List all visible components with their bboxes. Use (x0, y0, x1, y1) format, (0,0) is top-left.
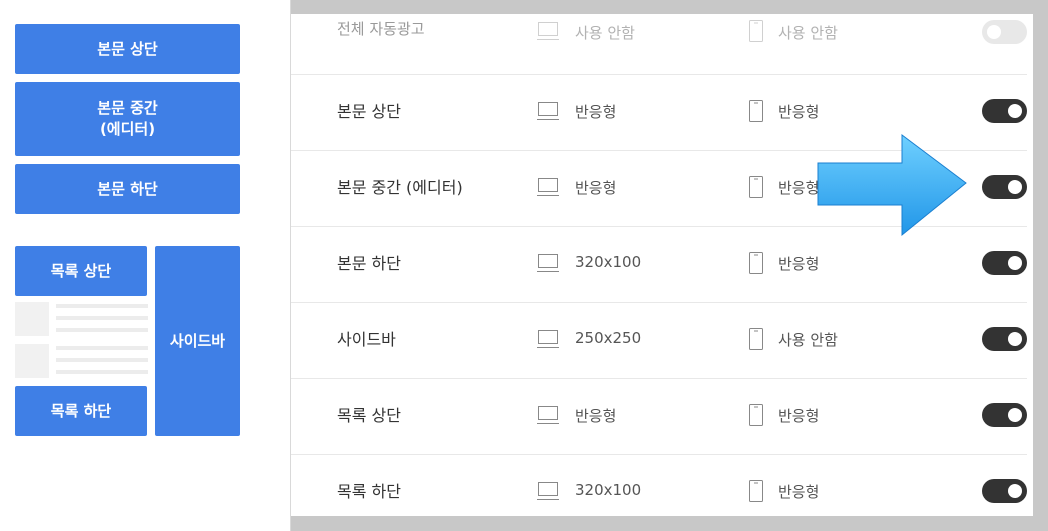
ad-row-auto-ads: 전체 자동광고 사용 안함 사용 안함 (291, 0, 1027, 75)
toggle-knob (987, 25, 1001, 39)
ad-row-toggle[interactable] (982, 327, 1027, 351)
block-content-top-label: 본문 상단 (97, 39, 158, 58)
ad-row-label: 본문 하단 (337, 254, 401, 273)
monitor-icon (537, 330, 559, 348)
mobile-phone-icon (749, 100, 763, 122)
monitor-icon (537, 254, 559, 272)
ad-row-pc-value: 320x100 (575, 481, 642, 499)
ad-placement-preview: 본문 상단 본문 중간 (에디터) 본문 하단 목록 상단 목록 하단 사이드바 (0, 0, 290, 531)
monitor-icon (537, 482, 559, 500)
ad-row-toggle[interactable] (982, 99, 1027, 123)
mobile-phone-icon (749, 20, 763, 42)
block-sidebar-label: 사이드바 (169, 331, 226, 350)
mobile-phone-icon (749, 328, 763, 350)
block-list-top[interactable]: 목록 상단 (15, 246, 147, 296)
ad-settings-list: 전체 자동광고 사용 안함 사용 안함 본문 상단 반응형 반응형 본문 중간 … (291, 14, 1033, 516)
list-thumbnail-placeholder (15, 344, 49, 378)
list-text-placeholder (56, 370, 148, 374)
list-text-placeholder (56, 346, 148, 350)
ad-row-toggle[interactable] (982, 251, 1027, 275)
mobile-phone-icon (749, 252, 763, 274)
list-text-placeholder (56, 328, 148, 332)
block-content-middle-sublabel: (에디터) (99, 120, 156, 138)
block-content-bottom-label: 본문 하단 (97, 179, 158, 198)
ad-row-mobile-value: 반응형 (778, 483, 820, 501)
block-content-top[interactable]: 본문 상단 (15, 24, 240, 74)
block-list-bottom[interactable]: 목록 하단 (15, 386, 147, 436)
monitor-icon (537, 178, 559, 196)
mobile-phone-icon (749, 404, 763, 426)
ad-row-toggle[interactable] (982, 479, 1027, 503)
monitor-icon (537, 102, 559, 120)
list-thumbnail-placeholder (15, 302, 49, 336)
ad-row-label: 전체 자동광고 (337, 20, 425, 38)
ad-row-mobile-value: 사용 안함 (778, 331, 838, 349)
ad-row-pc-value: 반응형 (575, 407, 617, 425)
ad-row-mobile-value: 반응형 (778, 103, 820, 121)
block-content-bottom[interactable]: 본문 하단 (15, 164, 240, 214)
monitor-icon (537, 406, 559, 424)
ad-row-toggle[interactable] (982, 20, 1027, 44)
ad-row-pc-value: 250x250 (575, 329, 642, 347)
toggle-knob (1008, 180, 1022, 194)
list-text-placeholder (56, 358, 148, 362)
ad-row-label: 목록 상단 (337, 406, 401, 425)
mobile-phone-icon (749, 176, 763, 198)
ad-row-pc-value: 사용 안함 (575, 24, 635, 42)
ad-row-mobile-value: 반응형 (778, 255, 820, 273)
ad-row-pc-value: 반응형 (575, 103, 617, 121)
ad-row-label: 사이드바 (337, 330, 396, 349)
ad-row-toggle[interactable] (982, 403, 1027, 427)
ad-row-sidebar: 사이드바 250x250 사용 안함 (291, 302, 1027, 379)
toggle-knob (1008, 332, 1022, 346)
ad-row-content-bottom: 본문 하단 320x100 반응형 (291, 226, 1027, 303)
toggle-knob (1008, 408, 1022, 422)
ad-row-mobile-value: 반응형 (778, 407, 820, 425)
ad-row-label: 본문 상단 (337, 102, 401, 121)
list-text-placeholder (56, 304, 148, 308)
monitor-icon (537, 22, 559, 40)
ad-row-label: 목록 하단 (337, 482, 401, 501)
ad-row-pc-value: 반응형 (575, 179, 617, 197)
toggle-knob (1008, 104, 1022, 118)
mobile-phone-icon (749, 480, 763, 502)
ad-row-mobile-value: 사용 안함 (778, 24, 838, 42)
ad-row-list-top: 목록 상단 반응형 반응형 (291, 378, 1027, 455)
list-text-placeholder (56, 316, 148, 320)
ad-row-toggle[interactable] (982, 175, 1027, 199)
ad-row-pc-value: 320x100 (575, 253, 642, 271)
ad-row-mobile-value: 반응형 (778, 179, 820, 197)
block-content-middle[interactable]: 본문 중간 (에디터) (15, 82, 240, 156)
ad-row-list-bottom: 목록 하단 320x100 반응형 (291, 454, 1027, 516)
right-arrow-icon (817, 134, 967, 237)
toggle-knob (1008, 256, 1022, 270)
ad-row-label: 본문 중간 (에디터) (337, 178, 463, 197)
block-sidebar[interactable]: 사이드바 (155, 246, 240, 436)
toggle-knob (1008, 484, 1022, 498)
block-content-middle-label: 본문 중간 (97, 99, 158, 117)
block-list-top-label: 목록 상단 (50, 261, 112, 280)
block-list-bottom-label: 목록 하단 (50, 401, 112, 420)
